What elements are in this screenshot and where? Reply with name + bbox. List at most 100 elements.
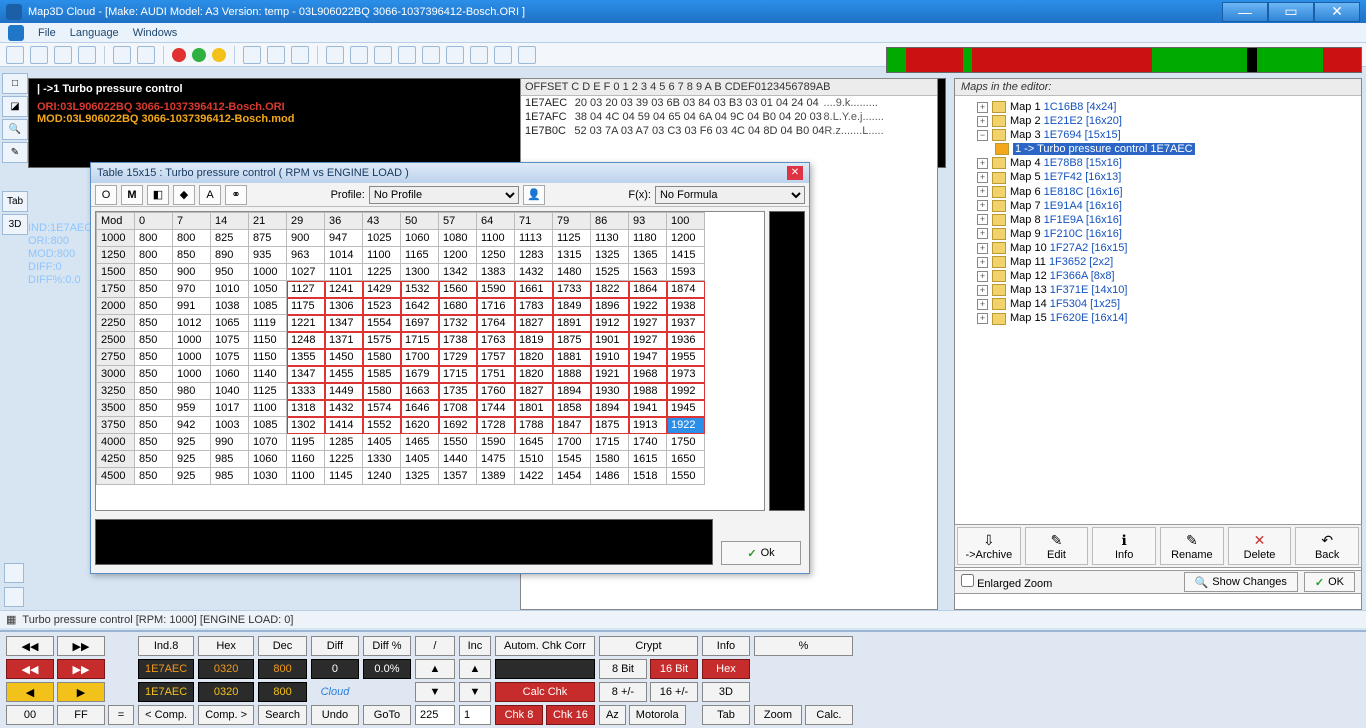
- cell[interactable]: 1574: [363, 400, 401, 417]
- cell[interactable]: 1017: [211, 400, 249, 417]
- row-header[interactable]: 2250: [97, 315, 135, 332]
- bit8[interactable]: 8 Bit: [599, 659, 647, 679]
- tb-diff-icon[interactable]: ◧: [147, 185, 169, 205]
- cell[interactable]: 1000: [173, 366, 211, 383]
- cell[interactable]: 1729: [439, 349, 477, 366]
- cell[interactable]: 1912: [591, 315, 629, 332]
- cell[interactable]: 1454: [553, 468, 591, 485]
- cell[interactable]: 1620: [401, 417, 439, 434]
- cell[interactable]: 1283: [515, 247, 553, 264]
- cell[interactable]: 1414: [325, 417, 363, 434]
- tree-node[interactable]: +Map 11 1F3652 [2x2]: [959, 255, 1357, 269]
- tree-node[interactable]: +Map 10 1F27A2 [16x15]: [959, 241, 1357, 255]
- cell[interactable]: 1060: [211, 366, 249, 383]
- dot-green-icon[interactable]: [192, 48, 206, 62]
- cell[interactable]: 1827: [515, 315, 553, 332]
- cell[interactable]: 1000: [249, 264, 287, 281]
- row-header[interactable]: 2750: [97, 349, 135, 366]
- cell[interactable]: 1342: [439, 264, 477, 281]
- cell[interactable]: 1405: [401, 451, 439, 468]
- cell[interactable]: 1070: [249, 434, 287, 451]
- cell[interactable]: 1881: [553, 349, 591, 366]
- rename-button[interactable]: ✎Rename: [1160, 527, 1224, 565]
- cell[interactable]: 1355: [287, 349, 325, 366]
- bit16[interactable]: 16 Bit: [650, 659, 698, 679]
- table-ok-button[interactable]: ✓Ok: [721, 541, 801, 565]
- tb-m-icon[interactable]: M: [121, 185, 143, 205]
- cell[interactable]: 1788: [515, 417, 553, 434]
- cloud-button[interactable]: Cloud: [311, 682, 359, 702]
- cell[interactable]: 1085: [249, 298, 287, 315]
- cell[interactable]: 1285: [325, 434, 363, 451]
- cell[interactable]: 1820: [515, 349, 553, 366]
- cell[interactable]: 1325: [591, 247, 629, 264]
- cell[interactable]: 1525: [591, 264, 629, 281]
- cell[interactable]: 1100: [249, 400, 287, 417]
- cell[interactable]: 1014: [325, 247, 363, 264]
- cell[interactable]: 1165: [401, 247, 439, 264]
- cell[interactable]: 1697: [401, 315, 439, 332]
- cell[interactable]: 1383: [477, 264, 515, 281]
- cell[interactable]: 1100: [287, 468, 325, 485]
- cell[interactable]: 1475: [477, 451, 515, 468]
- tool-misc7-icon[interactable]: [398, 46, 416, 64]
- cell[interactable]: 875: [249, 230, 287, 247]
- cell[interactable]: 1552: [363, 417, 401, 434]
- left-tool-3[interactable]: 🔍: [2, 119, 28, 140]
- cell[interactable]: 1347: [325, 315, 363, 332]
- cell[interactable]: 850: [135, 417, 173, 434]
- cell[interactable]: 1510: [515, 451, 553, 468]
- chk16[interactable]: Chk 16: [546, 705, 595, 725]
- col-header[interactable]: Mod: [97, 213, 135, 230]
- nav-bwd-fast[interactable]: ◀◀: [6, 636, 54, 656]
- cell[interactable]: 1896: [591, 298, 629, 315]
- minimize-button[interactable]: —: [1222, 2, 1268, 22]
- tb-a-icon[interactable]: A: [199, 185, 221, 205]
- cell[interactable]: 1922: [667, 417, 705, 434]
- cell[interactable]: 1027: [287, 264, 325, 281]
- overview-colorbar[interactable]: [886, 47, 1362, 73]
- tool-copy-icon[interactable]: [113, 46, 131, 64]
- 8pm[interactable]: 8 +/-: [599, 682, 647, 702]
- cell[interactable]: 942: [173, 417, 211, 434]
- cell[interactable]: 850: [135, 298, 173, 315]
- cell[interactable]: 1733: [553, 281, 591, 298]
- cell[interactable]: 1692: [439, 417, 477, 434]
- cell[interactable]: 850: [135, 468, 173, 485]
- cell[interactable]: 1936: [667, 332, 705, 349]
- menu-file[interactable]: File: [38, 27, 56, 39]
- cell[interactable]: 1060: [401, 230, 439, 247]
- row-header[interactable]: 4250: [97, 451, 135, 468]
- cell[interactable]: 1060: [249, 451, 287, 468]
- table-close-icon[interactable]: ✕: [787, 166, 803, 180]
- row-header[interactable]: 3750: [97, 417, 135, 434]
- cell[interactable]: 1240: [363, 468, 401, 485]
- cell[interactable]: 1040: [211, 383, 249, 400]
- cell[interactable]: 1715: [439, 366, 477, 383]
- inc-dn[interactable]: ▼: [459, 682, 491, 702]
- cell[interactable]: 1100: [363, 247, 401, 264]
- cell[interactable]: 1708: [439, 400, 477, 417]
- btn-undo[interactable]: Undo: [311, 705, 359, 725]
- hex-btn[interactable]: Hex: [702, 659, 750, 679]
- cell[interactable]: 1700: [401, 349, 439, 366]
- cell[interactable]: 959: [173, 400, 211, 417]
- cell[interactable]: 1938: [667, 298, 705, 315]
- cell[interactable]: 990: [211, 434, 249, 451]
- cell[interactable]: 1968: [629, 366, 667, 383]
- val-1[interactable]: [459, 705, 491, 725]
- cell[interactable]: 1532: [401, 281, 439, 298]
- chk8[interactable]: Chk 8: [495, 705, 543, 725]
- cell[interactable]: 1847: [553, 417, 591, 434]
- cell[interactable]: 970: [173, 281, 211, 298]
- cell[interactable]: 1955: [667, 349, 705, 366]
- cell[interactable]: 950: [211, 264, 249, 281]
- cell[interactable]: 1764: [477, 315, 515, 332]
- tool-misc9-icon[interactable]: [446, 46, 464, 64]
- cell[interactable]: 1145: [325, 468, 363, 485]
- tb-color-icon[interactable]: ◆: [173, 185, 195, 205]
- tool-save-icon[interactable]: [30, 46, 48, 64]
- cell[interactable]: 1937: [667, 315, 705, 332]
- row-header[interactable]: 3250: [97, 383, 135, 400]
- cell[interactable]: 1910: [591, 349, 629, 366]
